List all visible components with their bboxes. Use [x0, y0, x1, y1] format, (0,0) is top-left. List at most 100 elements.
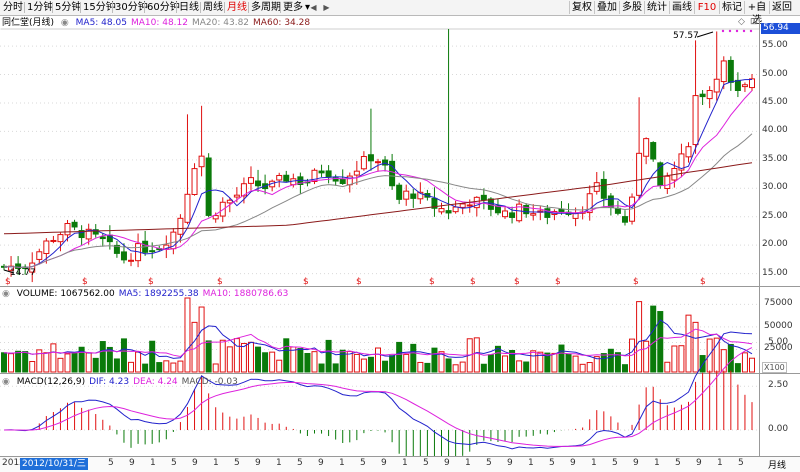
volume-bar	[64, 353, 71, 373]
candle-body	[128, 259, 135, 262]
volume-bar	[389, 355, 396, 373]
macd-settings-icon[interactable]: ◉	[2, 377, 10, 387]
date-tick-19: 9	[507, 458, 513, 468]
candle-body	[50, 239, 57, 242]
volume-bar	[332, 363, 339, 373]
current-date-label: 2012/10/31/三	[20, 458, 88, 470]
candle-body	[226, 199, 233, 204]
price-tick-1: 50.00	[762, 68, 788, 79]
volume-bar	[643, 340, 650, 373]
volume-bar	[184, 297, 191, 373]
candle-body	[438, 208, 445, 213]
volume-bar	[339, 349, 346, 373]
macd-legend-0: MACD(12,26,9)	[16, 377, 86, 387]
candle-body	[191, 168, 198, 195]
volume-bar	[727, 343, 734, 373]
volume-bar	[706, 338, 713, 373]
volume-bar	[318, 363, 325, 373]
date-tick-4: 9	[192, 458, 198, 468]
date-tick-15: 5	[423, 458, 429, 468]
volume-tick-1: 50000	[764, 320, 793, 331]
date-tick-26: 1	[654, 458, 660, 468]
volume-bar	[128, 361, 135, 373]
volume-bar	[240, 342, 247, 373]
date-tick-8: 1	[276, 458, 282, 468]
date-tick-23: 1	[591, 458, 597, 468]
volume-bar	[15, 350, 22, 373]
dividend-marker-icon: $	[700, 277, 706, 287]
volume-bar	[382, 360, 389, 373]
candle-body	[621, 216, 628, 223]
date-tick-29: 1	[717, 458, 723, 468]
date-tick-9: 5	[297, 458, 303, 468]
candle-body	[664, 175, 671, 190]
volume-bar	[283, 338, 290, 373]
low-price-label: 14.77	[10, 268, 36, 278]
candle-body	[509, 212, 516, 218]
volume-bar	[99, 341, 106, 373]
volume-bar	[304, 352, 311, 373]
volume-settings-icon[interactable]: ◉	[2, 289, 10, 299]
volume-bar	[530, 350, 537, 373]
volume-bar	[650, 305, 657, 373]
date-tick-24: 5	[612, 458, 618, 468]
volume-bar	[247, 341, 254, 373]
volume-bar	[29, 361, 36, 373]
volume-bar	[671, 345, 678, 373]
candle-body	[523, 205, 530, 215]
volume-bar	[678, 345, 685, 373]
volume-legend-1: MA5: 1892255.38	[118, 289, 199, 299]
price-tick-3: 40.00	[762, 125, 788, 136]
dividend-marker-icon: $	[303, 277, 309, 287]
date-tick-28: 9	[696, 458, 702, 468]
candle-body	[558, 208, 565, 213]
volume-bar	[255, 346, 262, 373]
candle-body	[685, 146, 692, 158]
volume-bar	[494, 345, 501, 373]
date-tick-16: 9	[444, 458, 450, 468]
price-tick-0: 55.00	[762, 40, 788, 51]
volume-bar	[8, 353, 15, 373]
volume-bar	[473, 337, 480, 373]
volume-bar	[50, 343, 57, 373]
volume-bar	[226, 346, 233, 373]
candle-body	[692, 95, 699, 146]
candle-body	[459, 203, 466, 208]
volume-bar	[149, 340, 156, 373]
candle-body	[43, 240, 50, 255]
date-axis-bar: 2012 2012/10/31/三 5915915915915915915915…	[0, 456, 800, 472]
volume-bar	[71, 352, 78, 373]
dividend-marker-icon: $	[514, 277, 520, 287]
volume-bar	[502, 355, 509, 373]
date-tick-2: 1	[150, 458, 156, 468]
volume-bar	[445, 358, 452, 373]
volume-bar	[135, 351, 142, 373]
volume-tick-0: 75000	[764, 298, 793, 309]
macd-legend-3: MACD: -0.03	[181, 377, 238, 387]
price-panel	[1, 29, 755, 283]
period-label: 月线	[768, 461, 787, 471]
candle-body	[99, 236, 106, 240]
dividend-marker-icon: $	[470, 277, 476, 287]
date-tick-27: 5	[675, 458, 681, 468]
volume-bar	[452, 364, 459, 373]
candle-body	[530, 213, 537, 216]
price-tick-5: 30.00	[762, 182, 788, 193]
date-tick-25: 9	[633, 458, 639, 468]
kline-chart[interactable]: $ $ $ $ $ $ $ $ $ $ $ $	[0, 0, 800, 471]
candle-body	[445, 210, 452, 214]
macd-legend-2: DEA: 4.24	[133, 377, 178, 387]
candle-body	[247, 177, 254, 184]
date-tick-10: 9	[318, 458, 324, 468]
date-tick-0: 5	[108, 458, 114, 468]
candle-body	[593, 182, 600, 192]
candle-body	[396, 184, 403, 200]
dividend-marker-icon: $	[633, 277, 639, 287]
candle-body	[36, 251, 43, 260]
candle-body	[367, 154, 374, 162]
volume-bar	[607, 348, 614, 373]
price-tick-2: 45.00	[762, 96, 788, 107]
volume-bar	[212, 363, 219, 373]
candle-body	[198, 155, 205, 168]
candle-body	[233, 194, 240, 198]
